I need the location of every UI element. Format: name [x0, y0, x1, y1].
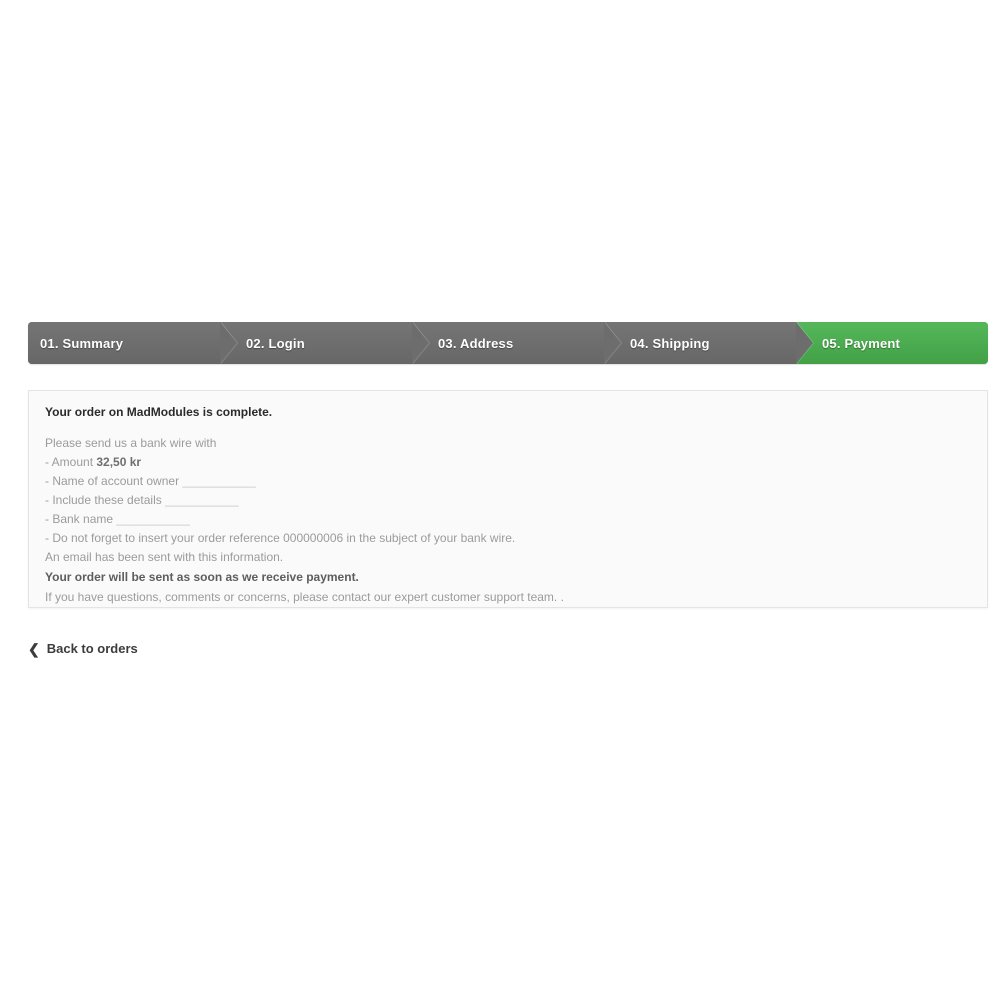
step-label-shipping: 04. Shipping	[630, 335, 710, 351]
amount-value: 32,50 kr	[96, 455, 142, 469]
step-summary[interactable]: 01. Summary	[28, 322, 220, 364]
step-label-address: 03. Address	[438, 335, 514, 351]
step-label-login: 02. Login	[246, 335, 305, 351]
bank-name-label: - Bank name	[45, 512, 117, 526]
step-shipping[interactable]: 04. Shipping	[604, 322, 796, 364]
bank-name-blank: ___________	[116, 512, 190, 526]
step-label-payment: 05. Payment	[822, 335, 901, 351]
account-owner-line: - Name of account owner ___________	[45, 474, 971, 488]
order-confirmation-panel: Your order on MadModules is complete. Pl…	[28, 390, 988, 608]
back-to-orders-label: Back to orders	[46, 641, 138, 656]
amount-label: - Amount	[45, 455, 97, 469]
back-to-orders-link[interactable]: ❮ Back to orders	[28, 641, 138, 656]
details-label: - Include these details	[45, 493, 166, 507]
details-blank: ___________	[165, 493, 239, 507]
email-sent-notice: An email has been sent with this informa…	[45, 550, 284, 564]
chevron-left-icon: ❮	[28, 640, 40, 657]
bank-wire-intro: Please send us a bank wire with	[45, 436, 217, 450]
order-confirmation-body: Your order on MadModules is complete. Pl…	[29, 391, 987, 619]
step-address[interactable]: 03. Address	[412, 322, 604, 364]
bank-name-line: - Bank name ___________	[45, 512, 971, 526]
order-steps-breadcrumb: 01. Summary 02. Login 03. Address 04. Sh…	[28, 322, 988, 364]
amount-line: - Amount 32,50 kr	[45, 455, 971, 469]
step-payment[interactable]: 05. Payment	[796, 322, 988, 364]
order-complete-title: Your order on MadModules is complete.	[45, 405, 273, 419]
account-owner-blank: ___________	[182, 474, 256, 488]
step-label-summary: 01. Summary	[40, 335, 124, 351]
payment-pending-notice: Your order will be sent as soon as we re…	[45, 570, 359, 584]
account-owner-label: - Name of account owner	[45, 474, 183, 488]
order-reference-line: - Do not forget to insert your order ref…	[45, 531, 516, 545]
step-login[interactable]: 02. Login	[220, 322, 412, 364]
details-line: - Include these details ___________	[45, 493, 971, 507]
customer-support-notice: If you have questions, comments or conce…	[45, 590, 564, 604]
